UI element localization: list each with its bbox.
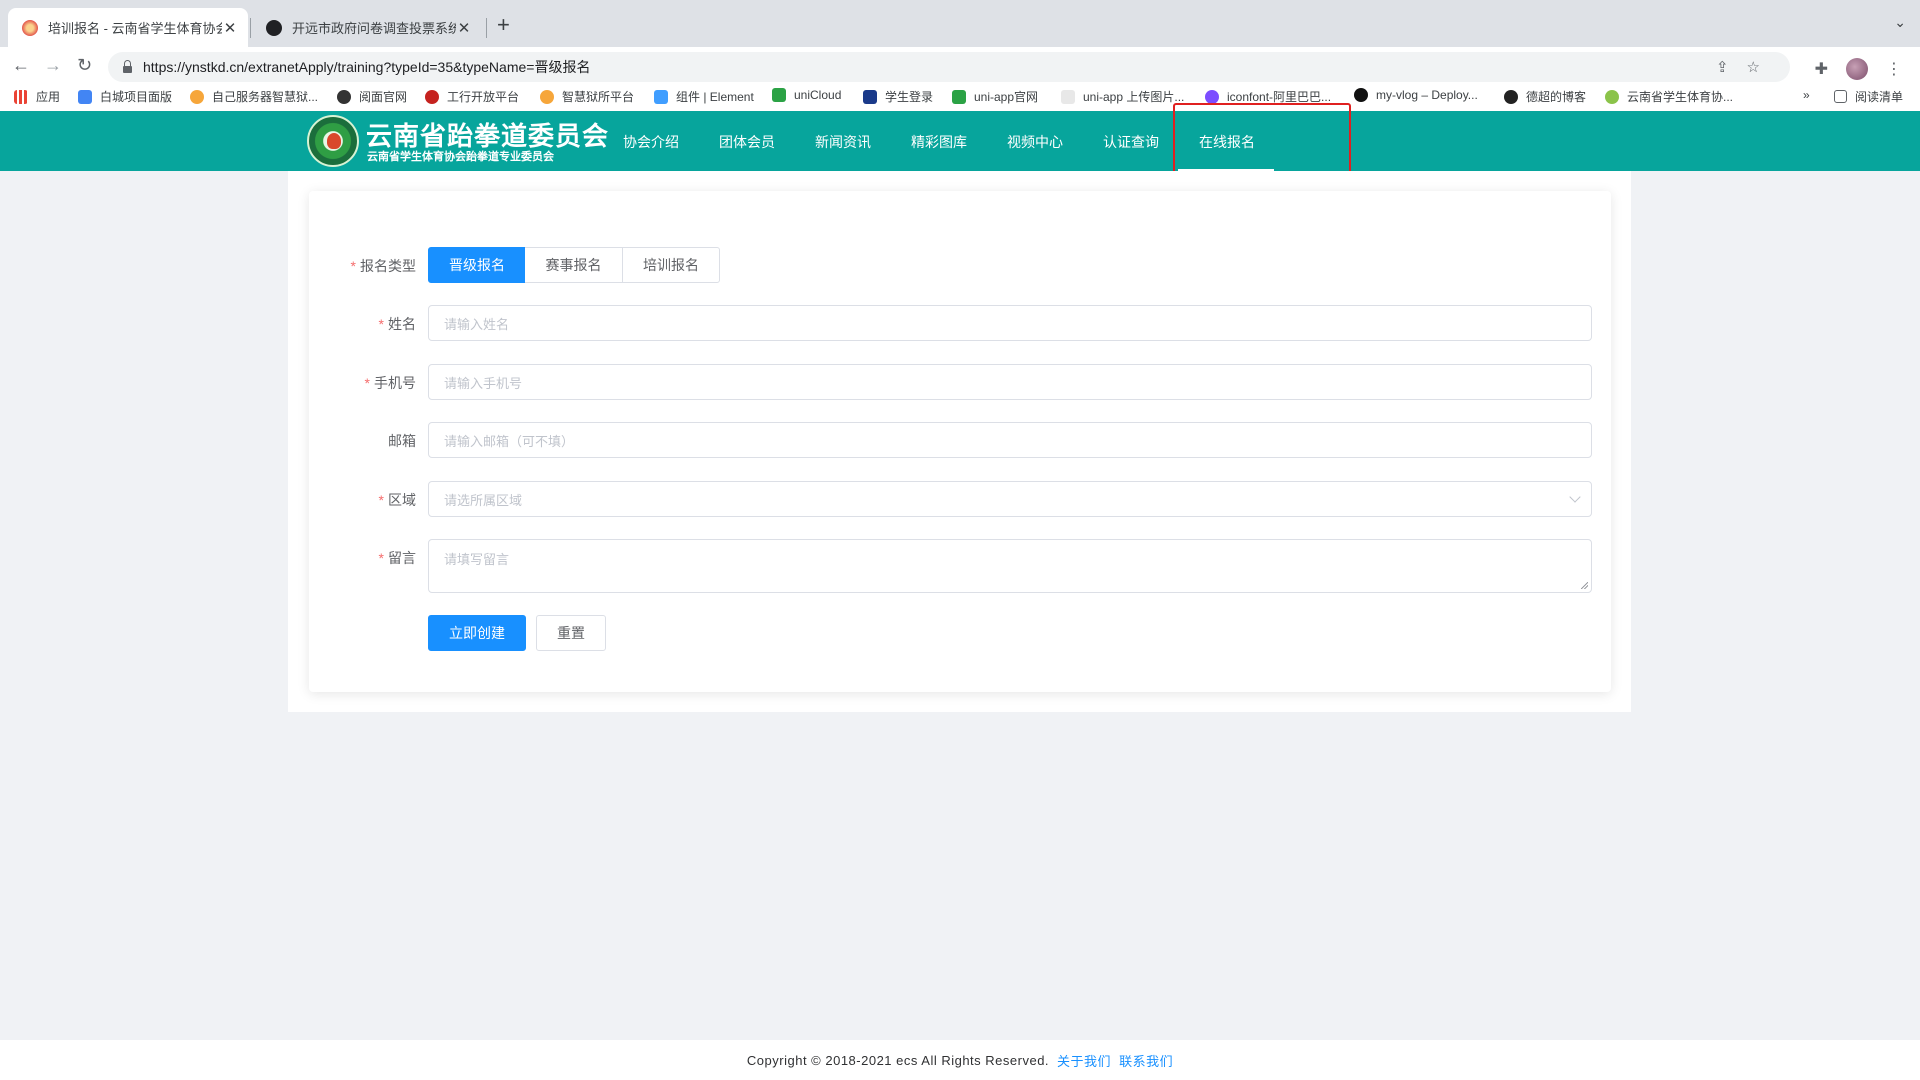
site-favicon-icon — [22, 19, 38, 36]
chevron-down-icon — [1569, 491, 1581, 503]
url-text[interactable]: https://ynstkd.cn/extranetApply/training… — [143, 57, 590, 77]
site-favicon-icon — [266, 19, 282, 36]
reset-button[interactable]: 重置 — [536, 615, 606, 651]
nav-gallery[interactable]: 精彩图库 — [911, 132, 967, 152]
bookmark-favicon-icon — [1504, 89, 1518, 104]
share-bookmark-star-icons[interactable]: ⇪☆ — [1716, 58, 1778, 76]
site-header: 云南省跆拳道委员会 云南省学生体育协会跆拳道专业委员会 协会介绍 团体会员 新闻… — [0, 111, 1920, 171]
new-tab-icon[interactable]: + — [497, 12, 510, 38]
reading-list[interactable]: 阅读清单 — [1834, 88, 1903, 105]
bookmark-item[interactable]: uni-app官网 — [952, 88, 1038, 105]
contact-us-link[interactable]: 联系我们 — [1119, 1051, 1173, 1070]
browser-toolbar: ← → ↻ https://ynstkd.cn/extranetApply/tr… — [0, 47, 1920, 85]
bookmark-item[interactable]: my-vlog – Deploy... — [1354, 88, 1478, 102]
bookmarks-overflow-icon[interactable]: » — [1803, 88, 1810, 102]
required-asterisk: * — [350, 258, 356, 274]
tab-separator — [486, 18, 487, 38]
resize-handle-icon[interactable] — [1581, 582, 1588, 589]
copyright-text: Copyright © 2018-2021 ecs All Rights Res… — [746, 1052, 1050, 1068]
message-textarea[interactable]: 请填写留言 — [428, 539, 1592, 593]
logo-subtitle: 云南省学生体育协会跆拳道专业委员会 — [367, 151, 554, 163]
browser-tab[interactable]: 开远市政府问卷调查投票系统 | 新 ✕ — [252, 8, 482, 47]
menu-kebab-icon[interactable]: ⋮ — [1886, 59, 1902, 79]
profile-avatar[interactable] — [1846, 58, 1868, 80]
tab-title: 开远市政府问卷调查投票系统 | 新 — [292, 21, 456, 36]
reload-icon[interactable]: ↻ — [77, 55, 92, 76]
nav-certification-query[interactable]: 认证查询 — [1103, 132, 1159, 152]
type-option-promotion[interactable]: 晋级报名 — [428, 247, 526, 283]
bookmark-favicon-icon — [337, 89, 351, 104]
extensions-puzzle-icon[interactable]: ✚ — [1815, 59, 1828, 79]
required-asterisk: * — [378, 492, 384, 508]
apps-grid-icon — [14, 89, 28, 104]
email-input[interactable]: 请输入邮箱（可不填） — [428, 422, 1592, 458]
browser-tabstrip: 培训报名 - 云南省学生体育协会 ✕ 开远市政府问卷调查投票系统 | 新 ✕ +… — [0, 0, 1920, 47]
bookmark-item[interactable]: 自己服务器智慧狱... — [190, 88, 318, 105]
bookmark-item[interactable]: 组件 | Element — [654, 88, 754, 105]
bookmark-favicon-icon — [425, 89, 439, 104]
bookmark-apps[interactable]: 应用 — [14, 88, 60, 105]
bookmark-favicon-icon — [1061, 89, 1075, 104]
bookmark-item[interactable]: 阅面官网 — [337, 88, 407, 105]
name-label: * 姓名 — [378, 316, 416, 332]
bookmark-favicon-icon — [190, 89, 204, 104]
message-placeholder: 请填写留言 — [444, 552, 510, 567]
tab-search-chevron-icon[interactable]: ⌄ — [1894, 14, 1906, 31]
bookmark-item[interactable]: 云南省学生体育协... — [1605, 88, 1733, 105]
tab-close-icon[interactable]: ✕ — [222, 19, 238, 37]
required-asterisk: * — [364, 375, 370, 391]
address-bar[interactable]: https://ynstkd.cn/extranetApply/training… — [108, 52, 1790, 82]
page-footer: Copyright © 2018-2021 ecs All Rights Res… — [0, 1040, 1920, 1080]
bookmark-favicon-icon — [952, 89, 966, 104]
bookmark-item[interactable]: uni-app 上传图片... — [1061, 88, 1184, 105]
bookmark-item[interactable]: 智慧狱所平台 — [540, 88, 634, 105]
region-label: * 区域 — [378, 492, 416, 508]
browser-tab-active[interactable]: 培训报名 - 云南省学生体育协会 ✕ — [8, 8, 248, 47]
toolbar-right: ✚ ⋮ — [1815, 58, 1902, 80]
region-placeholder: 请选所属区域 — [444, 492, 523, 508]
name-input[interactable]: 请输入姓名 — [428, 305, 1592, 341]
submit-button[interactable]: 立即创建 — [428, 615, 526, 651]
type-option-training[interactable]: 培训报名 — [622, 247, 720, 283]
nav-news[interactable]: 新闻资讯 — [815, 132, 871, 152]
bookmark-favicon-icon — [863, 89, 877, 104]
bookmark-favicon-icon — [772, 88, 786, 102]
type-option-competition[interactable]: 赛事报名 — [525, 247, 623, 283]
phone-input[interactable]: 请输入手机号 — [428, 364, 1592, 400]
tab-separator — [250, 18, 251, 38]
bookmark-item[interactable]: 学生登录 — [863, 88, 933, 105]
forward-arrow-icon[interactable]: → — [44, 55, 62, 76]
email-label: 邮箱 — [388, 433, 416, 449]
bookmark-favicon-icon — [1205, 89, 1219, 104]
bookmark-item[interactable]: 白城项目面版 — [78, 88, 172, 105]
lock-icon — [123, 59, 132, 73]
tab-close-icon[interactable]: ✕ — [456, 19, 472, 37]
required-asterisk: * — [378, 316, 384, 332]
bookmark-favicon-icon — [540, 89, 554, 104]
back-arrow-icon[interactable]: ← — [12, 55, 30, 76]
bookmarks-bar: 应用 白城项目面版 自己服务器智慧狱... 阅面官网 工行开放平台 智慧狱所平台… — [0, 85, 1920, 112]
bookmark-favicon-icon — [1354, 88, 1368, 102]
bookmark-item[interactable]: uniCloud — [772, 88, 841, 102]
required-asterisk: * — [378, 550, 384, 566]
about-us-link[interactable]: 关于我们 — [1057, 1051, 1111, 1070]
bookmark-favicon-icon — [1605, 89, 1619, 104]
phone-label: * 手机号 — [364, 375, 416, 391]
region-select[interactable]: 请选所属区域 — [428, 481, 1592, 517]
reading-list-icon — [1834, 90, 1847, 103]
type-label: * 报名类型 — [350, 258, 416, 274]
bookmark-favicon-icon — [654, 89, 668, 104]
bookmark-item[interactable]: 工行开放平台 — [425, 88, 519, 105]
bookmark-favicon-icon — [78, 89, 92, 104]
nav-association-intro[interactable]: 协会介绍 — [623, 132, 679, 152]
association-logo-icon[interactable] — [307, 115, 359, 167]
message-label: * 留言 — [378, 550, 416, 566]
bookmark-item[interactable]: 德超的博客 — [1504, 88, 1586, 105]
nav-video-center[interactable]: 视频中心 — [1007, 132, 1063, 152]
nav-group-members[interactable]: 团体会员 — [719, 132, 775, 152]
tab-title: 培训报名 - 云南省学生体育协会 — [48, 21, 222, 36]
